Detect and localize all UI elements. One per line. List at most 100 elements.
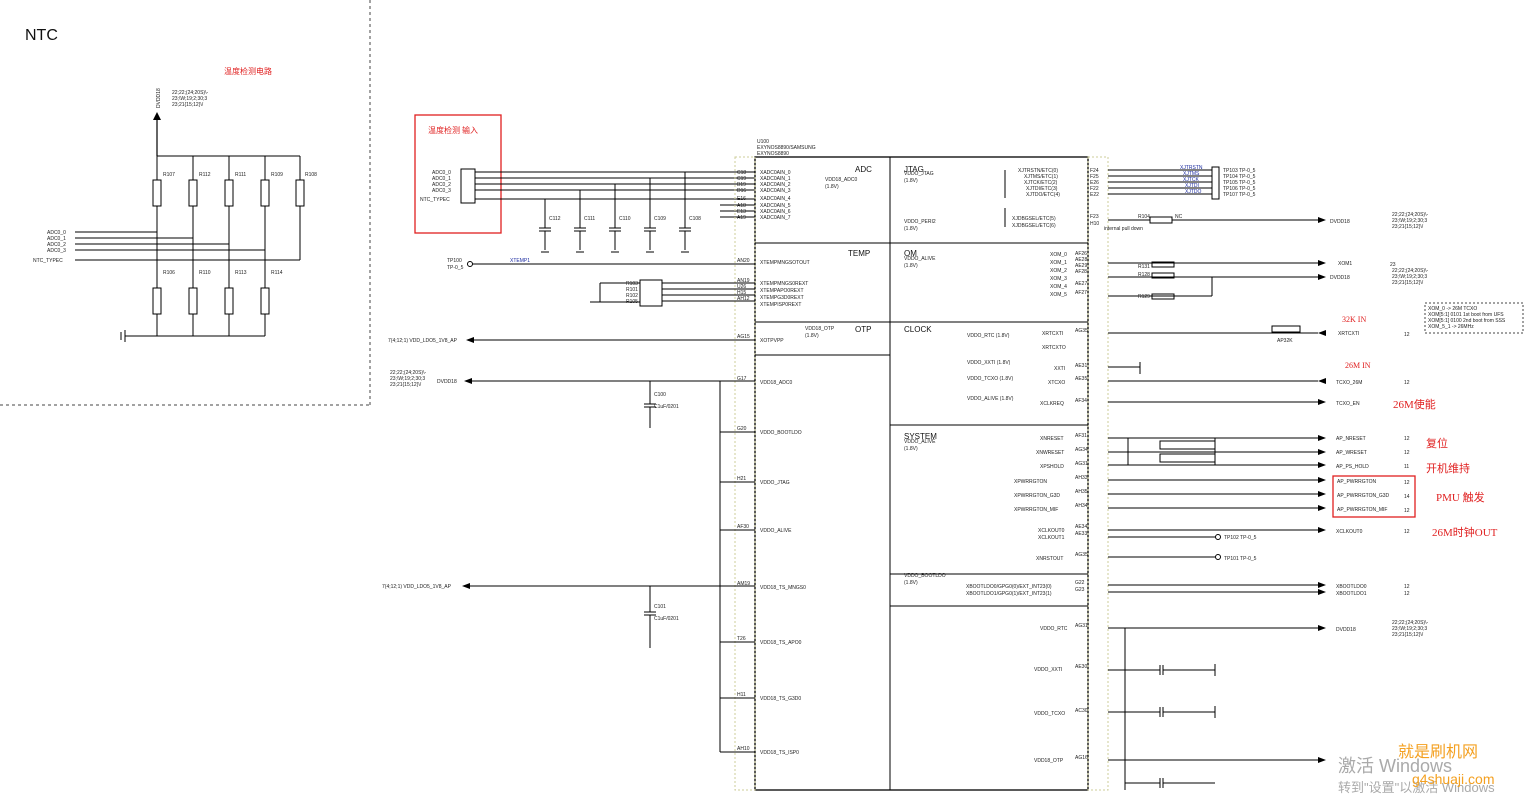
svg-text:11: 11 <box>1404 464 1409 470</box>
svg-text:XNWRESET: XNWRESET <box>1036 450 1064 456</box>
svg-text:XJDBGSEL/ETC(5): XJDBGSEL/ETC(5) <box>1012 216 1056 222</box>
svg-text:C112: C112 <box>549 216 561 222</box>
svg-text:AP_PS_HOLD: AP_PS_HOLD <box>1336 464 1369 470</box>
svg-text:XOTPVPP: XOTPVPP <box>760 338 784 344</box>
svg-text:AP_PWRRGTON_MIF: AP_PWRRGTON_MIF <box>1337 507 1387 513</box>
resistor-r112: R112 <box>188 156 211 238</box>
svg-text:AP32K: AP32K <box>1277 338 1293 344</box>
svg-text:VDDO_BOOTLDO: VDDO_BOOTLDO <box>904 573 946 579</box>
svg-text:23;21{15;12}\/: 23;21{15;12}\/ <box>1392 224 1424 230</box>
svg-text:T26: T26 <box>737 636 746 642</box>
svg-text:12: 12 <box>1404 380 1410 386</box>
svg-text:XCLKREQ: XCLKREQ <box>1040 401 1064 407</box>
svg-text:VDDO_BOOTLDO: VDDO_BOOTLDO <box>760 430 802 436</box>
ntc-left-nets: ADC0_0 ADC0_1 ADC0_2 ADC0_3 NTC_TYPEC <box>33 230 300 264</box>
svg-text:DVDD18: DVDD18 <box>1330 275 1350 281</box>
svg-text:R129: R129 <box>1138 294 1150 300</box>
svg-text:XBOOTLDO1: XBOOTLDO1 <box>1336 591 1367 597</box>
svg-text:AF28: AF28 <box>1075 269 1087 275</box>
svg-text:VDDO_JTAG: VDDO_JTAG <box>760 480 790 486</box>
svg-text:XOM_4: XOM_4 <box>1050 284 1067 290</box>
resistor-r108: R108 <box>295 156 317 260</box>
jtag-pins: XJTRSTN/ETC(0) F24 XJTMS/ETC(1) F25 XJTCK/… <box>1004 165 1428 232</box>
svg-text:F23: F23 <box>1090 214 1099 220</box>
svg-text:ADC0_3: ADC0_3 <box>47 248 66 254</box>
svg-text:R107: R107 <box>163 172 175 178</box>
svg-text:XOM_3: XOM_3 <box>1050 276 1067 282</box>
svg-text:H21: H21 <box>737 476 746 482</box>
svg-text:7(4;12;1) VDD_LDO5_1V8_AP: 7(4;12;1) VDD_LDO5_1V8_AP <box>382 584 452 590</box>
svg-text:TP-0_5: TP-0_5 <box>447 265 464 271</box>
svg-text:XTEMPMNGSOTOUT: XTEMPMNGSOTOUT <box>760 260 810 266</box>
ntc-heading-cn: 温度检测电路 <box>224 66 272 76</box>
svg-text:XBOOTLDO1/GPG0(1)/EXT_INT23(1): XBOOTLDO1/GPG0(1)/EXT_INT23(1) <box>966 591 1052 597</box>
svg-text:TCXO_26M: TCXO_26M <box>1336 380 1362 386</box>
svg-text:XOM_0: XOM_0 <box>1050 252 1067 258</box>
svg-text:VDDO_PERI2: VDDO_PERI2 <box>904 219 936 225</box>
svg-text:XCLKOUT0: XCLKOUT0 <box>1336 529 1363 535</box>
svg-text:AE27: AE27 <box>1075 281 1087 287</box>
svg-text:12: 12 <box>1404 591 1410 597</box>
svg-text:XJTDO: XJTDO <box>1185 189 1202 195</box>
svg-text:C108: C108 <box>689 216 701 222</box>
watermark-url: g4shuaji.com <box>1412 771 1495 787</box>
svg-text:AG35: AG35 <box>1075 328 1088 334</box>
svg-text:VDD18_ADC0: VDD18_ADC0 <box>760 380 792 386</box>
svg-text:(1.8V): (1.8V) <box>904 226 918 232</box>
svg-text:AH33: AH33 <box>1075 475 1088 481</box>
power-arrow-icon <box>153 112 161 120</box>
svg-text:AF34: AF34 <box>1075 398 1087 404</box>
clock-pins: XRTCXTI AG35 XRTCXTO AP32K XRTCXTI 12 32K… <box>1040 315 1436 411</box>
svg-text:XBOOTLDO0: XBOOTLDO0 <box>1336 584 1367 590</box>
svg-text:XPSHOLD: XPSHOLD <box>1040 464 1064 470</box>
adc-pins: C18 XADC0AIN_0 C19 XADC0AIN_1 B19 XADC0AIN_… <box>737 170 791 221</box>
svg-text:DVDD18: DVDD18 <box>156 88 162 108</box>
svg-text:23;21{15;12}\/: 23;21{15;12}\/ <box>390 382 422 388</box>
svg-text:C1uF/0201: C1uF/0201 <box>654 616 679 622</box>
svg-text:C101: C101 <box>654 604 666 610</box>
svg-text:H11: H11 <box>737 692 746 698</box>
svg-text:C109: C109 <box>654 216 666 222</box>
watermark-site: 就是刷机网 <box>1398 743 1478 761</box>
svg-text:XTEMP1: XTEMP1 <box>510 258 530 264</box>
svg-text:R114: R114 <box>271 270 283 276</box>
svg-text:AE31: AE31 <box>1075 363 1087 369</box>
svg-text:AN20: AN20 <box>737 258 750 264</box>
svg-text:XNRSTOUT: XNRSTOUT <box>1036 556 1063 562</box>
svg-text:G22: G22 <box>1075 580 1085 586</box>
svg-text:VDD18_TS_MNGS0: VDD18_TS_MNGS0 <box>760 585 806 591</box>
input-pins: ADC0_0 ADC0_1 ADC0_2 ADC0_3 NTC_TYPEC <box>420 168 755 218</box>
svg-text:12: 12 <box>1404 508 1410 514</box>
svg-text:R128: R128 <box>1138 272 1150 278</box>
annotation-32k-in: 32K IN <box>1342 315 1366 324</box>
svg-text:AP_WRESET: AP_WRESET <box>1336 450 1367 456</box>
svg-text:XOM1: XOM1 <box>1338 261 1352 267</box>
svg-text:XNRESET: XNRESET <box>1040 436 1064 442</box>
svg-text:12: 12 <box>1404 584 1410 590</box>
svg-text:AH34: AH34 <box>1075 503 1088 509</box>
svg-text:internal pull down: internal pull down <box>1104 226 1143 232</box>
svg-text:VDD18_TS_ISP0: VDD18_TS_ISP0 <box>760 750 799 756</box>
svg-text:TP107 TP-0_5: TP107 TP-0_5 <box>1223 192 1256 198</box>
svg-text:AG34: AG34 <box>1075 447 1088 453</box>
annotation-pmu-trigger: PMU 触发 <box>1436 490 1485 504</box>
svg-text:VDDO_XXTI (1.8V): VDDO_XXTI (1.8V) <box>967 360 1011 366</box>
annotation-26m-in: 26M IN <box>1345 361 1371 370</box>
svg-text:XOM_1: XOM_1 <box>1050 260 1067 266</box>
svg-text:AE33: AE33 <box>1075 531 1087 537</box>
svg-text:R111: R111 <box>235 172 246 178</box>
svg-text:VDDO_ALIVE: VDDO_ALIVE <box>904 439 936 445</box>
svg-text:23;21{15;12}\/: 23;21{15;12}\/ <box>1392 632 1424 638</box>
svg-text:R112: R112 <box>199 172 211 178</box>
svg-text:XTEMPISP0REXT: XTEMPISP0REXT <box>760 302 801 308</box>
svg-text:XOM_5: XOM_5 <box>1050 292 1067 298</box>
svg-text:VDD18_TS_G3D0: VDD18_TS_G3D0 <box>760 696 801 702</box>
resistor-r111: R111 <box>224 156 246 244</box>
svg-text:AF31: AF31 <box>1075 433 1087 439</box>
svg-text:AE35: AE35 <box>1075 376 1087 382</box>
svg-text:23;21{15;12}\/: 23;21{15;12}\/ <box>1392 280 1424 286</box>
svg-text:AF30: AF30 <box>737 524 749 530</box>
svg-text:R108: R108 <box>305 172 317 178</box>
svg-text:XCLKOUT0: XCLKOUT0 <box>1038 528 1065 534</box>
svg-text:XADC0AIN_3: XADC0AIN_3 <box>760 188 791 194</box>
